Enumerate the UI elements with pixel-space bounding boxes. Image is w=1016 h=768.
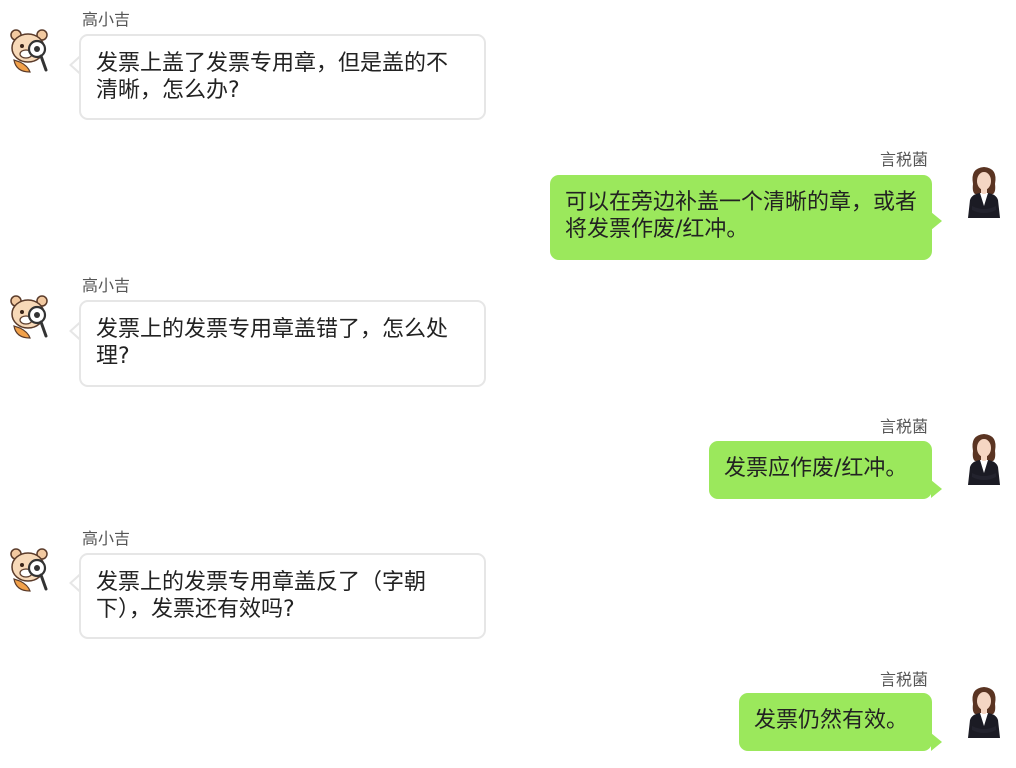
sender-name: 高小吉 xyxy=(82,276,131,295)
sender-name: 言税菌 xyxy=(879,150,928,169)
message-bubble[interactable]: 发票上的发票专用章盖错了，怎么处理? xyxy=(79,300,486,387)
message-bubble[interactable]: 发票应作废/红冲。 xyxy=(709,441,932,499)
message-bubble[interactable]: 发票仍然有效。 xyxy=(739,693,932,751)
sender-name: 高小吉 xyxy=(82,529,131,548)
cartoon-bear-magnifier-icon[interactable] xyxy=(6,545,54,593)
bubble-tail xyxy=(931,480,942,498)
chat-conversation: 高小吉 发票上盖了发票专用章，但是盖的不清晰，怎么办? 言税菌 可以在旁边补盖一… xyxy=(0,0,1016,768)
bubble-tail xyxy=(931,733,942,751)
sender-name: 高小吉 xyxy=(82,10,131,29)
cartoon-bear-magnifier-icon[interactable] xyxy=(6,292,54,340)
woman-in-suit-icon[interactable] xyxy=(960,162,1008,218)
woman-in-suit-icon[interactable] xyxy=(960,682,1008,738)
message-bubble[interactable]: 发票上盖了发票专用章，但是盖的不清晰，怎么办? xyxy=(79,34,486,120)
message-bubble[interactable]: 发票上的发票专用章盖反了（字朝下），发票还有效吗? xyxy=(79,553,486,639)
sender-name: 言税菌 xyxy=(879,670,928,689)
cartoon-bear-magnifier-icon[interactable] xyxy=(6,26,54,74)
message-bubble[interactable]: 可以在旁边补盖一个清晰的章，或者将发票作废/红冲。 xyxy=(550,175,932,260)
sender-name: 言税菌 xyxy=(879,417,928,436)
woman-in-suit-icon[interactable] xyxy=(960,429,1008,485)
bubble-tail xyxy=(931,212,942,230)
